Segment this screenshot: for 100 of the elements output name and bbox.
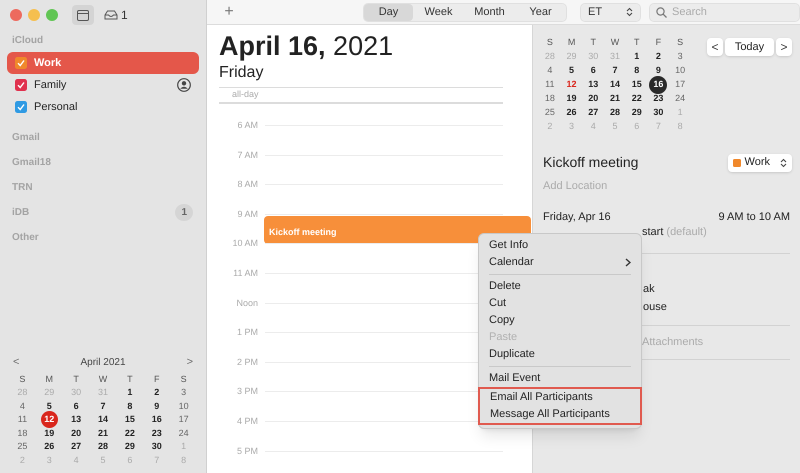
date-cell[interactable]: 15 xyxy=(632,78,642,92)
date-cell[interactable]: 18 xyxy=(17,426,28,440)
calendar-list-item[interactable]: Family xyxy=(7,74,199,96)
calendar-popup[interactable]: Work xyxy=(728,154,792,172)
date-cell[interactable]: 26 xyxy=(566,106,577,120)
date-cell[interactable]: 14 xyxy=(610,78,620,92)
date-cell[interactable]: 15 xyxy=(124,413,135,426)
date-cell[interactable]: 3 xyxy=(678,50,683,64)
date-cell[interactable]: 23 xyxy=(653,92,664,106)
date-cell[interactable]: 29 xyxy=(632,106,642,120)
next-button[interactable]: > xyxy=(776,38,792,56)
date-cell[interactable]: 24 xyxy=(675,92,686,106)
menu-item[interactable]: Email All Participants xyxy=(480,389,640,406)
date-cell[interactable]: 7 xyxy=(100,400,106,413)
location-field[interactable]: Add Location xyxy=(543,178,743,194)
date-cell[interactable]: 23 xyxy=(152,426,162,440)
menu-item[interactable]: Calendar xyxy=(479,254,641,271)
calendars-button[interactable] xyxy=(72,5,94,25)
date-cell[interactable]: 29 xyxy=(124,440,135,454)
account-header: Other xyxy=(12,230,39,244)
date-cell[interactable]: 6 xyxy=(74,400,79,413)
menu-item[interactable]: Duplicate xyxy=(479,346,641,363)
calendar-list-item[interactable]: Personal xyxy=(7,96,199,118)
date-cell[interactable]: 11 xyxy=(545,78,555,92)
date-cell[interactable]: 21 xyxy=(98,426,108,440)
view-tab[interactable]: Week xyxy=(413,4,464,20)
view-tab[interactable]: Year xyxy=(515,4,566,20)
date-cell[interactable]: 17 xyxy=(178,413,189,426)
date-cell[interactable]: 22 xyxy=(124,426,135,440)
date-cell[interactable]: 25 xyxy=(544,106,555,120)
date-cell[interactable]: 3 xyxy=(181,386,186,400)
time-label: 6 AM xyxy=(237,120,258,130)
date-cell[interactable]: 19 xyxy=(44,426,54,440)
menu-item[interactable]: Mail Event xyxy=(479,370,641,387)
date-cell[interactable]: 27 xyxy=(71,440,82,454)
date-cell[interactable]: 20 xyxy=(588,92,598,106)
account-header: Gmail xyxy=(12,130,40,144)
date-cell[interactable]: 28 xyxy=(98,440,108,454)
today-button[interactable]: Today xyxy=(725,38,774,56)
event-time: 9 AM to 10 AM xyxy=(718,210,790,225)
date-cell[interactable]: 4 xyxy=(20,400,25,413)
date-cell[interactable]: 10 xyxy=(178,400,189,413)
date-cell[interactable]: 1 xyxy=(127,386,132,400)
inbox-button[interactable]: 1 xyxy=(104,6,128,24)
menu-item[interactable]: Message All Participants xyxy=(480,406,640,423)
date-cell[interactable]: 27 xyxy=(588,106,598,120)
date-cell[interactable]: 18 xyxy=(544,92,555,106)
date-cell[interactable]: 1 xyxy=(634,50,640,64)
date-cell[interactable]: 12 xyxy=(566,78,577,92)
date-cell[interactable]: 10 xyxy=(675,64,686,78)
date-cell[interactable]: 2 xyxy=(154,386,160,400)
date-cell[interactable]: 12 xyxy=(40,411,58,428)
window-control-icon xyxy=(10,9,22,21)
date-cell[interactable]: 13 xyxy=(588,78,598,92)
account-header: iDB xyxy=(12,206,30,220)
view-tab[interactable]: Month xyxy=(464,4,515,20)
date-cell[interactable]: 25 xyxy=(17,440,28,454)
date-cell[interactable]: 5 xyxy=(46,400,52,413)
all-day-label: all-day xyxy=(232,88,259,102)
date-cell[interactable]: 24 xyxy=(178,426,189,440)
date-cell[interactable]: 14 xyxy=(98,413,108,426)
menu-item[interactable]: Delete xyxy=(479,278,641,295)
search-input[interactable]: Search xyxy=(672,4,792,20)
date-cell[interactable]: 22 xyxy=(632,92,642,106)
date-cell[interactable]: 11 xyxy=(18,413,28,426)
previous-month-button[interactable]: < xyxy=(13,354,20,371)
date-cell[interactable]: 7 xyxy=(612,64,618,78)
date-cell[interactable]: 16 xyxy=(649,76,668,94)
next-month-button[interactable]: > xyxy=(186,354,193,371)
date-cell[interactable]: 9 xyxy=(154,400,160,413)
date-cell[interactable]: 8 xyxy=(127,400,132,413)
count-badge: 1 xyxy=(175,204,193,220)
weekday-label: M xyxy=(568,36,576,50)
date-cell[interactable]: 9 xyxy=(656,64,661,78)
view-tab[interactable]: Day xyxy=(364,4,413,20)
timezone-popup[interactable]: ET xyxy=(580,2,641,22)
date-cell[interactable]: 21 xyxy=(610,92,620,106)
date-cell[interactable]: 28 xyxy=(610,106,620,120)
date-cell[interactable]: 13 xyxy=(71,413,82,426)
date-cell[interactable]: 26 xyxy=(44,440,54,454)
time-label: 4 PM xyxy=(236,416,258,426)
date-cell[interactable]: 30 xyxy=(152,440,162,454)
date-cell[interactable]: 8 xyxy=(634,64,640,78)
date-cell[interactable]: 6 xyxy=(590,64,596,78)
add-button[interactable]: + xyxy=(221,0,237,24)
date-cell[interactable]: 19 xyxy=(566,92,577,106)
previous-button[interactable]: < xyxy=(707,38,723,56)
date-cell[interactable]: 20 xyxy=(71,426,82,440)
search-field[interactable]: Search xyxy=(649,2,800,22)
date-cell[interactable]: 17 xyxy=(675,78,686,92)
menu-item[interactable]: Copy xyxy=(479,312,641,329)
date-cell[interactable]: 30 xyxy=(653,106,664,120)
date-cell[interactable]: 2 xyxy=(656,50,661,64)
date-cell[interactable]: 4 xyxy=(547,64,552,78)
attachments-label: Attachments xyxy=(642,336,704,348)
menu-item[interactable]: Cut xyxy=(479,295,641,312)
calendar-list-item[interactable]: Work xyxy=(7,52,199,74)
date-cell[interactable]: 5 xyxy=(569,64,574,78)
chevron-updown-icon xyxy=(626,7,633,17)
date-cell[interactable]: 16 xyxy=(152,413,162,426)
